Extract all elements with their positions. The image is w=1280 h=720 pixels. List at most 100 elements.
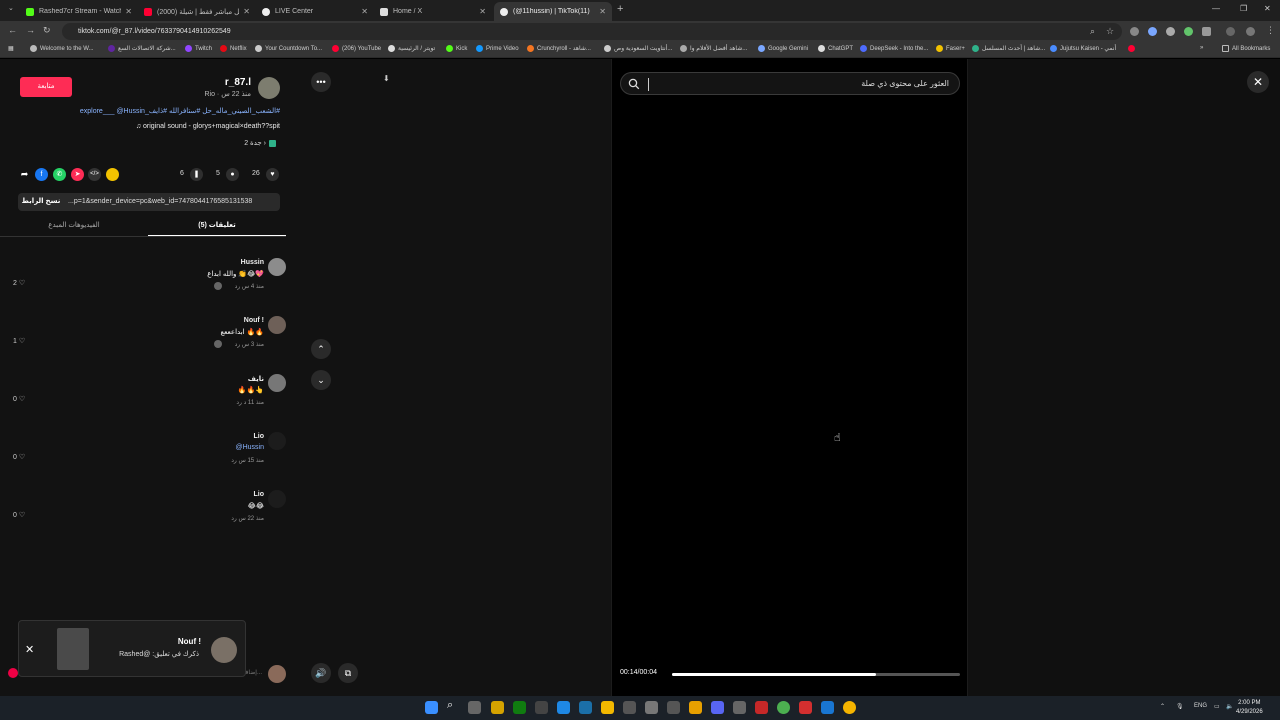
address-bar[interactable]: tiktok.com/@r_87.l/video/763379041491026…: [62, 23, 1122, 40]
commenter-avatar[interactable]: [268, 316, 286, 334]
video-player[interactable]: [611, 59, 968, 696]
bookmark-item[interactable]: شاهد | أحدث المسلسل...: [972, 45, 1045, 52]
send-icon[interactable]: ➤: [71, 168, 84, 181]
steam-icon[interactable]: [579, 701, 592, 714]
minimize-icon[interactable]: —: [1212, 4, 1220, 13]
comment-icon[interactable]: ●: [226, 168, 239, 181]
bookmark-item[interactable]: Crunchyroll - شاهد...: [527, 45, 591, 52]
embed-icon[interactable]: </>: [88, 168, 101, 181]
more-options-icon[interactable]: •••: [311, 72, 331, 92]
forward-icon[interactable]: →: [26, 25, 35, 35]
app-icon[interactable]: [535, 701, 548, 714]
app-icon[interactable]: [821, 701, 834, 714]
xbox-icon[interactable]: [513, 701, 526, 714]
bookmark-item[interactable]: Faser+: [936, 45, 965, 52]
all-bookmarks[interactable]: All Bookmarks: [1222, 45, 1270, 52]
comment-like[interactable]: 0 ♡: [13, 453, 25, 461]
extension-icon[interactable]: [1148, 27, 1157, 36]
share-link-text[interactable]: ...p=1&sender_device=pc&web_id=747804417…: [68, 193, 274, 211]
commenter-avatar[interactable]: [268, 374, 286, 392]
bookmark-star-icon[interactable]: ☆: [1106, 26, 1114, 37]
commenter-name[interactable]: Lio: [254, 433, 265, 440]
close-icon[interactable]: ✕: [25, 643, 34, 656]
start-icon[interactable]: [425, 701, 438, 714]
progress-bar[interactable]: [672, 673, 960, 676]
comment-like[interactable]: 0 ♡: [13, 511, 25, 519]
comment-like[interactable]: 2 ♡: [13, 279, 25, 287]
commenter-name[interactable]: Hussin: [241, 259, 264, 266]
restore-icon[interactable]: ❐: [1240, 4, 1247, 13]
comment-meta[interactable]: منذ 15 س رد: [231, 457, 264, 464]
system-clock[interactable]: 2:00 PM 4/29/2026: [1236, 699, 1263, 717]
search-input[interactable]: العثور على محتوى ذي صلة: [620, 72, 960, 95]
sidebar-icon[interactable]: [1226, 27, 1235, 36]
app-icon[interactable]: [623, 701, 636, 714]
browser-tab[interactable]: LIVE Center ✕: [256, 2, 374, 21]
app-icon[interactable]: [557, 701, 570, 714]
app-icon[interactable]: [645, 701, 658, 714]
app-icon[interactable]: [491, 701, 504, 714]
menu-icon[interactable]: ⋮: [1266, 25, 1275, 36]
commenter-name[interactable]: Nouf !: [244, 317, 264, 324]
effect-tag[interactable]: جدة 2 ›: [244, 139, 276, 147]
facebook-share-icon[interactable]: f: [35, 168, 48, 181]
apps-icon[interactable]: ▦: [8, 45, 14, 52]
bookmark-item[interactable]: شركة الاتصالات السع...: [108, 45, 176, 52]
author-name[interactable]: r_87.l: [225, 77, 251, 88]
network-icon[interactable]: ▭: [1214, 703, 1220, 710]
commenter-avatar[interactable]: [268, 258, 286, 276]
app-icon[interactable]: [667, 701, 680, 714]
comment-meta[interactable]: منذ 3 س رد: [235, 341, 264, 348]
bookmark-item[interactable]: شاهد أفضل الأفلام وا...: [680, 45, 747, 52]
next-video-icon[interactable]: ⌄: [311, 370, 331, 390]
extension-icon[interactable]: [1130, 27, 1139, 36]
commenter-avatar[interactable]: [268, 490, 286, 508]
reload-icon[interactable]: ↻: [43, 25, 51, 36]
app-icon[interactable]: [755, 701, 768, 714]
discord-icon[interactable]: [711, 701, 724, 714]
video-caption[interactable]: #الشعب_الصيني_ماله_حل #ستافرالله #ذايف_e…: [80, 107, 280, 115]
task-view-icon[interactable]: [468, 701, 481, 714]
back-icon[interactable]: ←: [8, 25, 17, 35]
copy-link-button[interactable]: نسخ الرابط: [18, 193, 64, 211]
comment-like[interactable]: 1 ♡: [13, 337, 25, 345]
comment-meta[interactable]: منذ 11 د رد: [236, 399, 264, 406]
emoji-icon[interactable]: [8, 668, 18, 678]
pin-icon[interactable]: ⬇: [383, 74, 390, 83]
commenter-name[interactable]: Lio: [254, 491, 265, 498]
puzzle-icon[interactable]: [1202, 27, 1211, 36]
bookmark-item[interactable]: Welcome to the W...: [30, 45, 94, 52]
sound-link[interactable]: ♫ original sound - glorys+magical×death?…: [136, 123, 280, 130]
profile-icon[interactable]: [1246, 27, 1255, 36]
close-tab-icon[interactable]: ✕: [599, 7, 606, 16]
bookmark-item[interactable]: أنتاويت السعودية وص...: [604, 45, 672, 52]
mention-link[interactable]: @Hussin: [235, 444, 264, 451]
close-tab-icon[interactable]: ✕: [125, 7, 132, 16]
mention-notification[interactable]: ✕ Nouf ! ذكرك في تعليق: @Rashed: [18, 620, 246, 677]
bookmark-item[interactable]: Twitch: [185, 45, 212, 52]
whatsapp-share-icon[interactable]: ✆: [53, 168, 66, 181]
search-icon[interactable]: [628, 78, 640, 90]
bookmark-item[interactable]: ChatGPT: [818, 45, 853, 52]
browser-tab[interactable]: (2000) تحويل مباشر فقط | شيلة ✕: [138, 2, 256, 21]
speaker-icon[interactable]: 🔈: [1226, 703, 1233, 710]
app-icon[interactable]: [689, 701, 702, 714]
follow-button[interactable]: متابعة: [20, 77, 72, 97]
bookmark-item[interactable]: (206) YouTube: [332, 45, 381, 52]
bookmarks-overflow-icon[interactable]: »: [1200, 45, 1203, 51]
zoom-icon[interactable]: ⌕: [1090, 26, 1095, 37]
share-icon[interactable]: ➦: [18, 168, 31, 181]
author-avatar[interactable]: [258, 77, 280, 99]
like-heart-icon[interactable]: ♥: [266, 168, 279, 181]
tab-search-icon[interactable]: ⌄: [8, 4, 14, 12]
close-window-icon[interactable]: ✕: [1264, 4, 1271, 13]
chrome-icon[interactable]: [777, 701, 790, 714]
bookmark-item[interactable]: تويتر / الرئيسية: [388, 45, 435, 52]
bookmark-item[interactable]: Jujutsu Kaisen - أنمي: [1050, 45, 1116, 52]
file-explorer-icon[interactable]: [601, 701, 614, 714]
extension-icon[interactable]: [1184, 27, 1193, 36]
app-icon[interactable]: [799, 701, 812, 714]
app-icon[interactable]: [843, 701, 856, 714]
bookmark-item[interactable]: Netflix: [220, 45, 247, 52]
volume-icon[interactable]: 🔊: [311, 663, 331, 683]
